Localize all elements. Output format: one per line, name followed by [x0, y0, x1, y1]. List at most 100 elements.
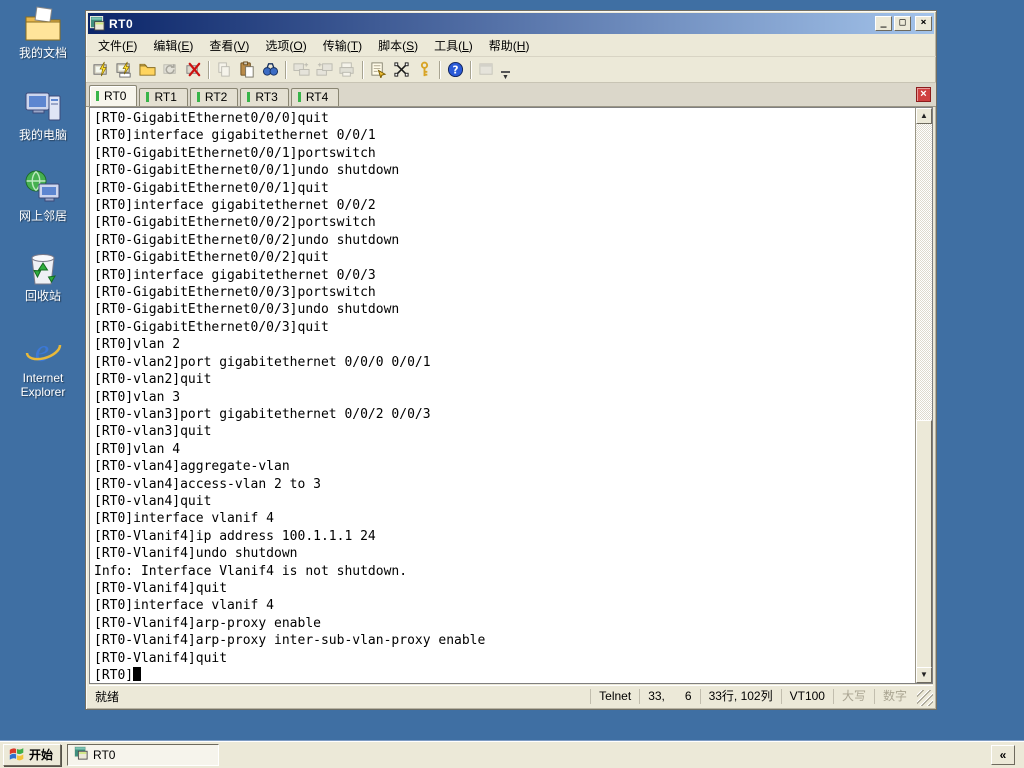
menu-file[interactable]: 文件(F) [90, 34, 145, 57]
tab-close-icon[interactable]: × [916, 87, 931, 102]
tab-status-led-icon [297, 92, 301, 102]
menu-view[interactable]: 查看(V) [201, 34, 257, 57]
menu-tools[interactable]: 工具(L) [426, 34, 481, 57]
terminal-line: [RT0-GigabitEthernet0/0/3]quit [94, 319, 329, 335]
menu-script[interactable]: 脚本(S) [370, 34, 426, 57]
desktop-icon-label: 网上邻居 [18, 209, 67, 223]
terminal-line: [RT0-GigabitEthernet0/0/2]undo shutdown [94, 232, 400, 248]
task-label: RT0 [93, 747, 116, 762]
terminal-line: [RT0-Vlanif4]quit [94, 580, 228, 596]
terminal-line: [RT0-vlan4]access-vlan 2 to 3 [94, 476, 321, 492]
copy-icon [213, 59, 236, 81]
toolbar-separator [362, 60, 364, 79]
disconnect-icon[interactable] [182, 59, 205, 81]
transfer-send-icon [290, 59, 313, 81]
desktop-icon-label: 我的电脑 [18, 128, 67, 142]
terminal-area[interactable]: [RT0-GigabitEthernet0/0/0]quit [RT0]inter… [89, 107, 933, 684]
status-terminal-size: 33行, 102列 [699, 688, 781, 704]
app-window-icon [475, 59, 498, 81]
help-icon[interactable]: ? [444, 59, 467, 81]
toolbar: ? ▼ [86, 57, 936, 83]
terminal-line: [RT0-Vlanif4]arp-proxy enable [94, 615, 321, 631]
recycle-bin-icon [23, 248, 63, 288]
desktop-icon-recycle-bin[interactable]: 回收站 [4, 248, 82, 303]
tab-rt4[interactable]: RT4 [290, 88, 340, 106]
connect-icon[interactable] [136, 59, 159, 81]
connect-in-tab-icon[interactable] [113, 59, 136, 81]
close-button[interactable]: × [915, 16, 932, 31]
app-icon [74, 746, 88, 763]
transfer-receive-icon [313, 59, 336, 81]
scroll-up-icon[interactable]: ▲ [916, 108, 932, 124]
status-num-indicator: 数字 [873, 688, 915, 704]
session-options-icon[interactable] [367, 59, 390, 81]
desktop-icon-my-computer[interactable]: 我的电脑 [4, 87, 82, 142]
terminal-line: [RT0]interface vlanif 4 [94, 511, 275, 527]
start-button-label: 开始 [29, 748, 54, 762]
status-caps-indicator: 大写 [832, 688, 874, 704]
find-icon[interactable] [259, 59, 282, 81]
tab-rt3[interactable]: RT3 [240, 88, 289, 106]
terminal-line: [RT0]interface gigabitethernet 0/0/2 [94, 198, 376, 214]
menu-options[interactable]: 选项(O) [257, 34, 314, 57]
start-button[interactable]: 开始 [3, 743, 62, 766]
toolbar-separator [208, 60, 210, 79]
toolbar-overflow-icon[interactable]: ▼ [501, 71, 510, 81]
svg-text:e: e [35, 332, 49, 368]
resize-grip-icon[interactable] [917, 690, 933, 706]
toolbar-separator [439, 60, 441, 79]
taskbar-collapse-button[interactable]: « [991, 744, 1015, 765]
tab-rt0[interactable]: RT0 [89, 85, 138, 106]
terminal-line: [RT0-Vlanif4]quit [94, 650, 228, 666]
quick-connect-icon[interactable] [90, 59, 113, 81]
app-icon [90, 16, 105, 31]
network-places-icon [23, 168, 63, 208]
tab-rt1[interactable]: RT1 [139, 88, 188, 106]
terminal-line: [RT0] [94, 667, 915, 683]
keymap-icon[interactable] [390, 59, 413, 81]
scrollbar-thumb[interactable] [916, 420, 932, 670]
terminal-line: [RT0-vlan4]quit [94, 493, 212, 509]
scroll-down-icon[interactable]: ▼ [916, 667, 932, 683]
tab-status-led-icon [146, 92, 150, 102]
terminal-line: [RT0-vlan2]quit [94, 372, 212, 388]
terminal-line: [RT0-GigabitEthernet0/0/3]undo shutdown [94, 302, 400, 318]
minimize-button[interactable]: _ [875, 16, 892, 31]
tab-status-led-icon [196, 92, 200, 102]
title-bar[interactable]: RT0 _ □ × [88, 13, 934, 34]
my-computer-icon [23, 87, 63, 127]
terminal-line: [RT0-Vlanif4]arp-proxy inter-sub-vlan-pr… [94, 633, 486, 649]
menu-edit[interactable]: 编辑(E) [145, 34, 201, 57]
menu-transfer[interactable]: 传输(T) [315, 34, 370, 57]
tab-label: RT0 [104, 88, 127, 103]
key-icon[interactable] [413, 59, 436, 81]
tab-label: RT1 [154, 90, 177, 104]
terminal-line: [RT0]vlan 3 [94, 389, 181, 405]
taskbar: 开始 RT0 « [0, 740, 1024, 768]
reconnect-icon [159, 59, 182, 81]
maximize-button[interactable]: □ [894, 16, 911, 31]
paste-icon[interactable] [236, 59, 259, 81]
taskbar-task-rt0[interactable]: RT0 [67, 743, 220, 766]
desktop-icon-internet-explorer[interactable]: e Internet Explorer [4, 330, 82, 399]
desktop-icon-my-documents[interactable]: 我的文档 [4, 5, 82, 60]
terminal-cursor [133, 667, 142, 681]
tab-label: RT3 [255, 90, 278, 104]
terminal-screen[interactable]: [RT0-GigabitEthernet0/0/0]quit [RT0]inter… [90, 108, 915, 683]
toolbar-separator [470, 60, 472, 79]
desktop-icon-label: 回收站 [24, 289, 61, 303]
desktop-icon-network-places[interactable]: 网上邻居 [4, 168, 82, 223]
terminal-line: [RT0]interface vlanif 4 [94, 598, 275, 614]
terminal-line: [RT0-vlan3]port gigabitethernet 0/0/2 0/… [94, 406, 431, 422]
tab-rt2[interactable]: RT2 [189, 88, 239, 106]
internet-explorer-icon: e [23, 330, 63, 370]
terminal-line: [RT0-GigabitEthernet0/0/2]portswitch [94, 215, 376, 231]
menu-help[interactable]: 帮助(H) [481, 34, 538, 57]
terminal-line: [RT0-GigabitEthernet0/0/3]portswitch [94, 285, 376, 301]
tab-label: RT4 [305, 90, 329, 104]
status-cursor-position: 33, 6 [639, 688, 699, 704]
terminal-line: [RT0-GigabitEthernet0/0/1]portswitch [94, 145, 376, 161]
scrollbar[interactable]: ▲ ▼ [915, 108, 932, 683]
status-protocol: Telnet [590, 688, 639, 704]
status-bar: 就绪 Telnet 33, 6 33行, 102列 VT100 大写 数字 [89, 685, 933, 706]
